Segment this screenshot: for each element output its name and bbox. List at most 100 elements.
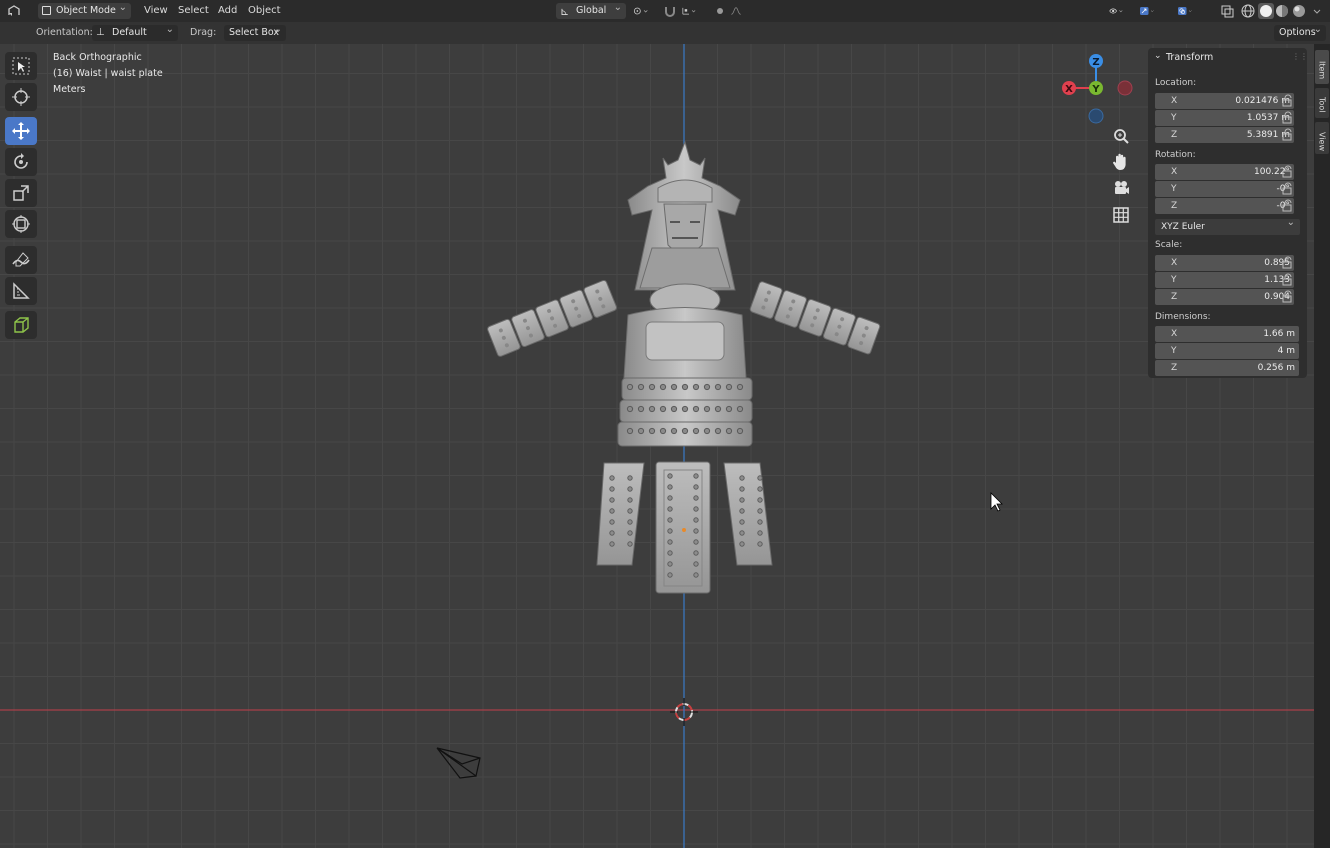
svg-text:X: X [1065,84,1073,95]
collapse-chevron-icon[interactable]: ⌄ [1154,51,1162,61]
cursor-icon [12,88,30,106]
annotate-icon [12,252,30,267]
rivet [637,427,645,435]
solid-shading-icon[interactable] [1258,3,1274,19]
location-z-field[interactable]: Z 5.3891 m [1155,127,1294,143]
menu-view[interactable]: View [144,0,168,22]
3d-cursor [670,698,698,726]
pivot-point-icon[interactable] [632,3,656,19]
waist-plate-left [596,462,645,566]
orientation-dropdown[interactable]: ⊥ Default [92,22,178,41]
helmet [627,140,741,291]
rendered-shading-icon[interactable] [1291,3,1307,19]
rivet [627,508,633,514]
navigation-gizmo[interactable]: Z X Y [1058,50,1138,124]
lock-icon[interactable] [1281,111,1295,125]
drag-handle-icon[interactable]: ⋮⋮ [1292,52,1308,61]
mode-dropdown[interactable]: Object Mode [38,0,131,19]
scale-x-field[interactable]: X 0.895 [1155,255,1294,271]
lock-icon[interactable] [1281,273,1295,287]
tab-view[interactable]: View [1315,122,1329,154]
annotate-tool[interactable] [5,246,37,274]
drag-dropdown[interactable]: Select Box [224,22,286,41]
pan-view-button[interactable] [1108,151,1134,173]
tab-item[interactable]: Item [1315,50,1329,84]
cursor-tool[interactable] [5,83,37,111]
hand-icon [1112,153,1126,170]
rivet [757,497,763,503]
tab-tool[interactable]: Tool [1315,88,1329,118]
location-x-field[interactable]: X 0.021476 m [1155,93,1294,109]
rivet [667,517,673,523]
camera-icon [1115,181,1129,194]
snap-toggle-icon[interactable] [662,3,678,19]
dimensions-y-field[interactable]: Y4 m [1155,343,1299,359]
scale-z-field[interactable]: Z 0.904 [1155,289,1294,305]
toggle-perspective-button[interactable] [1108,204,1134,226]
lock-icon[interactable] [1281,128,1295,142]
camera-view-button[interactable] [1108,177,1134,199]
measure-icon [13,282,30,299]
camera-object [436,747,481,779]
rivet [667,561,673,567]
panel-title: Transform [1166,52,1214,63]
rotate-tool[interactable] [5,148,37,176]
scale-tool[interactable] [5,179,37,207]
rivet [714,405,722,413]
menu-object[interactable]: Object [248,0,281,22]
rivet [693,484,699,490]
scale-y-field[interactable]: Y 1.133 [1155,272,1294,288]
rivet [626,383,634,391]
lock-icon[interactable] [1281,182,1295,196]
rivet [667,539,673,545]
rotation-z-field[interactable]: Z -0° [1155,198,1294,214]
lock-icon[interactable] [1281,290,1295,304]
add-cube-tool[interactable] [5,311,37,339]
rivet [609,475,615,481]
overlays-toggle-icon[interactable] [1178,3,1210,19]
dimensions-x-field[interactable]: X 1.66 m [1155,326,1299,342]
menu-select[interactable]: Select [178,0,209,22]
transform-tool[interactable] [5,210,37,238]
rivet [627,530,633,536]
rotation-mode-dropdown[interactable]: XYZ Euler [1155,215,1300,235]
svg-text:Y: Y [1091,84,1100,95]
rivet [627,519,633,525]
xray-toggle-icon[interactable] [1219,3,1235,19]
unit-info: Meters [53,84,86,95]
rotation-y-field[interactable]: Y -0° [1155,181,1294,197]
snap-target-icon[interactable] [681,3,707,19]
wireframe-shading-icon[interactable] [1240,3,1256,19]
editor-type-icon[interactable] [6,3,22,19]
rotation-x-field[interactable]: X 100.22° [1155,164,1294,180]
orientation-value: Default [112,27,147,38]
measure-tool[interactable] [5,277,37,305]
select-box-tool[interactable] [5,52,37,80]
material-shading-icon[interactable] [1274,3,1290,19]
move-tool[interactable] [5,117,37,145]
gizmo-toggle-icon[interactable] [1140,3,1172,19]
lock-icon[interactable] [1281,94,1295,108]
visibility-selectability-icon[interactable] [1108,3,1136,19]
rivet [667,506,673,512]
location-y-field[interactable]: Y 1.0537 m [1155,110,1294,126]
falloff-icon[interactable] [730,3,754,19]
options-dropdown[interactable]: Options [1274,22,1326,41]
rivet [667,528,673,534]
move-icon [12,122,30,140]
rotate-icon [14,153,28,169]
rivet [739,541,745,547]
transform-orientation-dropdown[interactable]: ⊾ Global [556,0,626,19]
rivet [667,572,673,578]
menu-add[interactable]: Add [218,0,237,22]
rivet [693,550,699,556]
dimensions-z-field[interactable]: Z 0.256 m [1155,360,1299,376]
rivet [681,427,689,435]
lock-icon[interactable] [1281,256,1295,270]
shading-options-chevron-icon[interactable] [1309,3,1321,19]
lock-icon[interactable] [1281,165,1295,179]
proportional-edit-icon[interactable] [712,3,728,19]
zoom-view-button[interactable] [1108,125,1134,147]
select-box-icon [12,57,30,75]
lock-icon[interactable] [1281,199,1295,213]
